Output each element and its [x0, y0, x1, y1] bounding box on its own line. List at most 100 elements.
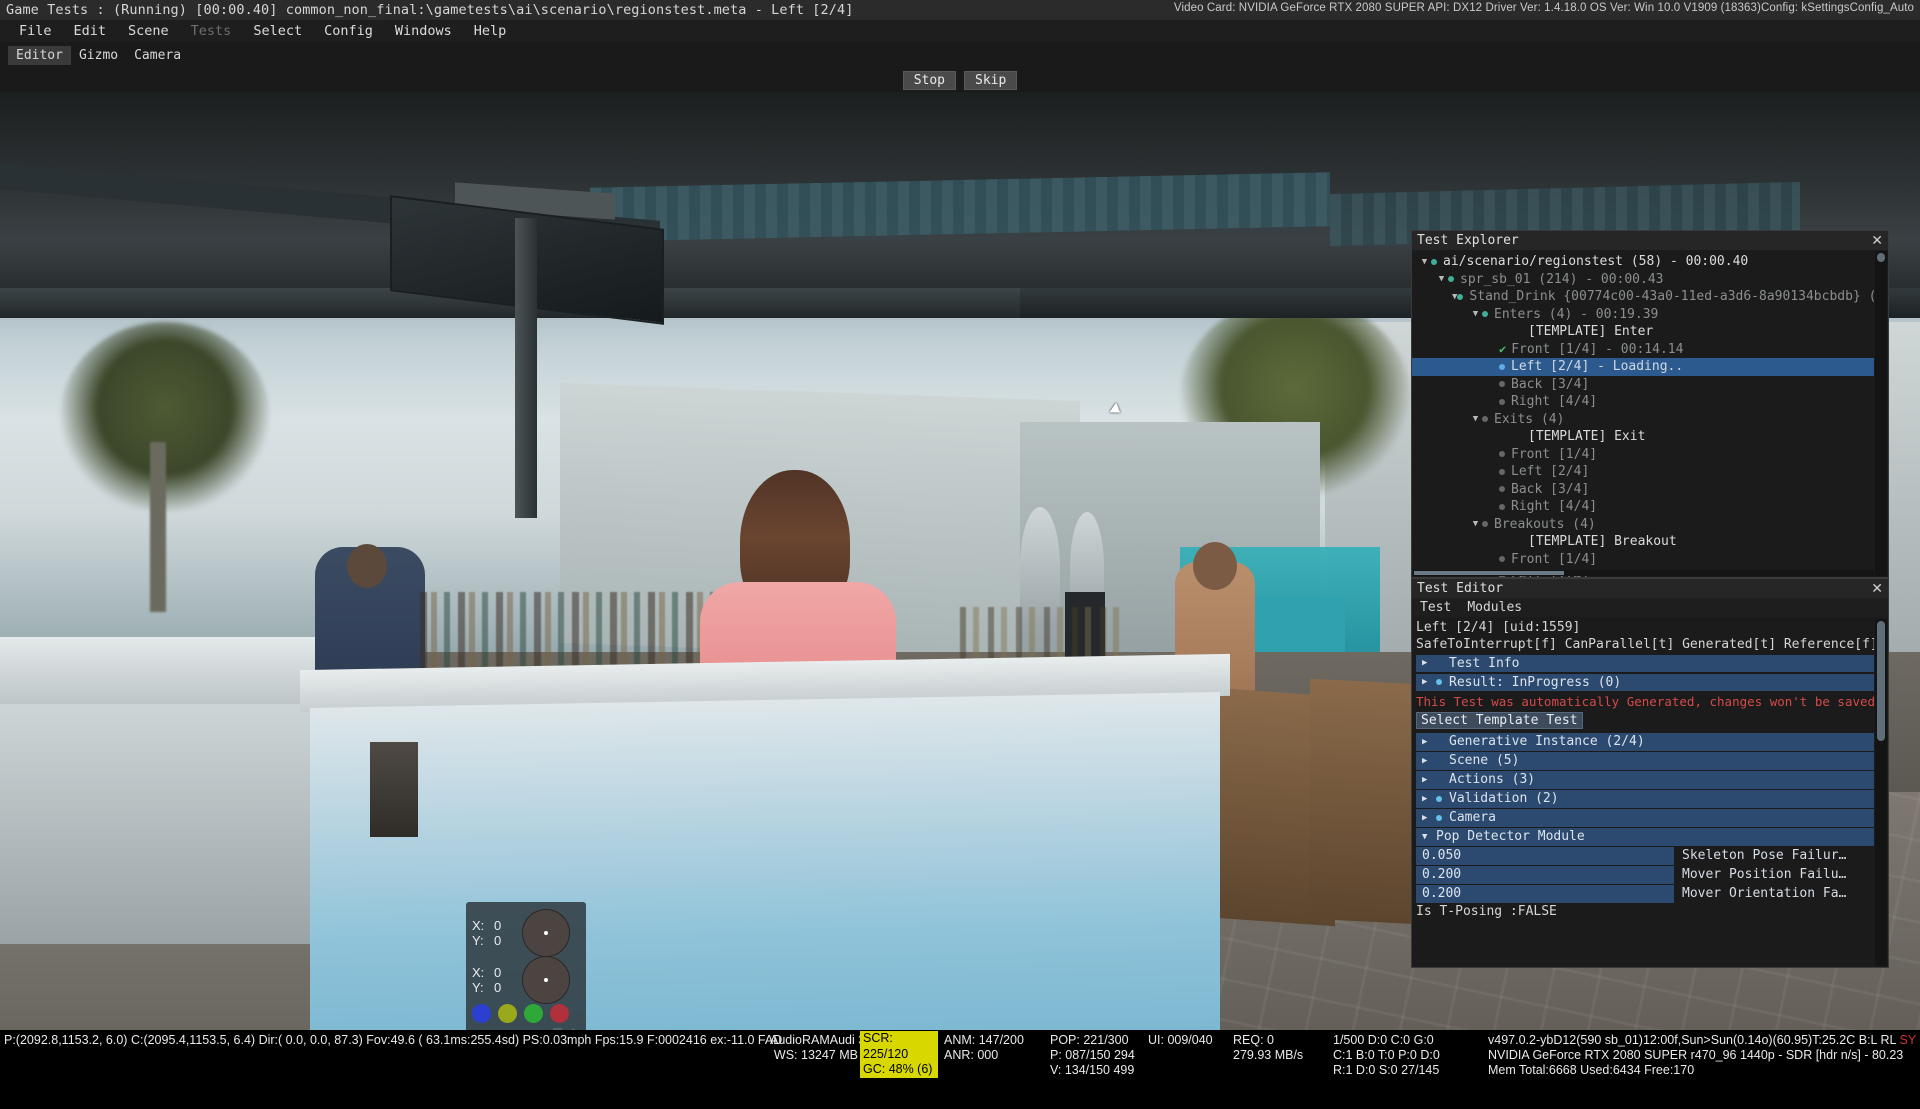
memory-line: Mem Total:6668 Used:6434 Free:170	[1488, 1063, 1695, 1077]
section-result-inprogress-0[interactable]: ▶ Result: InProgress (0)	[1416, 673, 1874, 691]
section-generative-instance-2-4[interactable]: ▶ Generative Instance (2/4)	[1416, 733, 1874, 751]
bartender-npc-head	[347, 544, 387, 588]
test-tree-node[interactable]: ▼ Breakouts (4)	[1412, 516, 1874, 534]
status-dot-icon	[1499, 363, 1505, 370]
generated-warning: This Test was automatically Generated, c…	[1416, 693, 1874, 709]
test-tree-node[interactable]: [TEMPLATE] Breakout	[1412, 533, 1874, 551]
test-editor-vscrollbar[interactable]	[1875, 619, 1887, 966]
threshold-value-field[interactable]: 0.200	[1416, 866, 1674, 884]
test-tree-node[interactable]: Left [2/4] - Loading..	[1412, 358, 1874, 376]
test-tree-node-label: Breakouts (4)	[1494, 516, 1596, 532]
menu-item-scene[interactable]: Scene	[117, 23, 180, 39]
test-tree-node[interactable]: ✔ Front [1/4] - 00:14.14	[1412, 341, 1874, 359]
npc-character-head	[1193, 542, 1237, 590]
section-validation-2[interactable]: ▶ Validation (2)	[1416, 790, 1874, 808]
test-tree-node[interactable]: [TEMPLATE] Enter	[1412, 323, 1874, 341]
test-editor-header: Test Editor ✕	[1412, 579, 1888, 598]
section-test-info[interactable]: ▶ Test Info	[1416, 654, 1874, 672]
pop-column: POP: 221/300 P: 087/150 294 V: 134/150 4…	[1050, 1033, 1135, 1078]
tab-gizmo[interactable]: Gizmo	[71, 46, 126, 65]
test-tree-node-label: ai/scenario/regionstest (58) - 00:00.40	[1443, 254, 1749, 270]
pop-detector-module-section[interactable]: ▼ Pop Detector Module	[1416, 828, 1874, 846]
chevron-down-icon[interactable]: ▼	[1469, 519, 1482, 529]
test-tree-node[interactable]: Front [1/4]	[1412, 446, 1874, 464]
right-stick-y-label: Y:	[472, 980, 484, 995]
menu-item-help[interactable]: Help	[463, 23, 518, 39]
face-button-0	[472, 1004, 491, 1023]
menu-item-config[interactable]: Config	[313, 23, 384, 39]
scrollbar-thumb[interactable]	[1877, 253, 1885, 262]
test-tree-node[interactable]: Left [2/4]	[1412, 463, 1874, 481]
test-tree[interactable]: ▼ ai/scenario/regionstest (58) - 00:00.40…	[1412, 250, 1874, 577]
status-dot-icon	[1482, 416, 1488, 423]
test-tree-node[interactable]: Right [4/4]	[1412, 498, 1874, 516]
build-sy-flag: SY	[1899, 1033, 1917, 1047]
left-stick-y-value: 0	[494, 933, 502, 948]
test-editor-panel[interactable]: Test Editor ✕ Test Modules Left [2/4] [u…	[1411, 578, 1889, 968]
pop-detector-row[interactable]: 0.050 Skeleton Pose Failur…	[1416, 847, 1874, 865]
test-tree-node[interactable]: ▼ ai/scenario/regionstest (58) - 00:00.40	[1412, 253, 1874, 271]
gc-stats-block: SCR: 225/120 GC: 48% (6) DGC: 16% (22)	[860, 1031, 938, 1107]
test-tree-node[interactable]: ▼ Exits (4)	[1412, 411, 1874, 429]
check-icon: ✔	[1499, 342, 1507, 357]
chevron-down-icon[interactable]: ▼	[1469, 414, 1482, 424]
menu-item-select[interactable]: Select	[242, 23, 313, 39]
test-editor-sections-top: ▶ Test Info ▶ Result: InProgress (0)	[1416, 654, 1874, 691]
scrollbar-thumb[interactable]	[1414, 571, 1564, 575]
test-tree-node[interactable]: ▼ Stand_Drink {00774c00-43a0-11ed-a3d6-8a…	[1412, 288, 1874, 306]
test-tree-node-label: Right [4/4]	[1511, 499, 1598, 515]
threshold-value-field[interactable]: 0.050	[1416, 847, 1674, 865]
window-title: Game Tests : (Running) [00:00.40] common…	[6, 2, 854, 18]
menu-item-windows[interactable]: Windows	[384, 23, 463, 39]
right-stick-x-label: X:	[472, 965, 485, 980]
test-tree-node[interactable]: ▼ spr_sb_01 (214) - 00:00.43	[1412, 271, 1874, 289]
select-template-test-button[interactable]: Select Template Test	[1416, 711, 1583, 729]
status-dot-icon	[1457, 293, 1464, 300]
close-icon[interactable]: ✕	[1871, 580, 1883, 596]
test-tree-node[interactable]: Right [4/4]	[1412, 393, 1874, 411]
scrollbar-thumb[interactable]	[1877, 621, 1885, 741]
section-actions-3[interactable]: ▶ Actions (3)	[1416, 771, 1874, 789]
test-explorer-vscrollbar[interactable]	[1875, 251, 1887, 576]
threshold-value-field[interactable]: 0.200	[1416, 885, 1674, 903]
chevron-down-icon[interactable]: ▼	[1469, 309, 1482, 319]
status-bar: P:(2092.8,1153.2, 6.0) C:(2095.4,1153.5,…	[0, 1030, 1920, 1107]
chevron-down-icon[interactable]: ▼	[1435, 274, 1448, 284]
face-button-1	[498, 1004, 517, 1023]
tab-camera[interactable]: Camera	[126, 46, 189, 65]
skip-button[interactable]: Skip	[964, 70, 1018, 90]
test-tree-node[interactable]: Front [1/4]	[1412, 551, 1874, 569]
bar-side-body	[0, 704, 320, 944]
section-camera[interactable]: ▶ Camera	[1416, 809, 1874, 827]
test-tree-node[interactable]: [TEMPLATE] Exit	[1412, 428, 1874, 446]
bandwidth-line: 279.93 MB/s	[1233, 1048, 1304, 1062]
tab-editor[interactable]: Editor	[8, 45, 71, 65]
section-scene-5[interactable]: ▶ Scene (5)	[1416, 752, 1874, 770]
status-dot-icon	[1499, 556, 1505, 563]
test-explorer-hscrollbar[interactable]	[1413, 570, 1874, 576]
test-tree-node[interactable]: ▼ Enters (4) - 00:19.39	[1412, 306, 1874, 324]
chevron-right-icon: ▶	[1422, 677, 1428, 688]
test-explorer-panel[interactable]: Test Explorer ✕ ▼ ai/scenario/regionstest…	[1411, 230, 1889, 578]
test-editor-title: Test Editor	[1417, 581, 1504, 596]
submenu-item-modules[interactable]: Modules	[1467, 600, 1522, 615]
test-tree-node-label: Back [3/4]	[1511, 376, 1590, 392]
stop-button[interactable]: Stop	[902, 70, 956, 90]
menu-item-tests[interactable]: Tests	[180, 23, 243, 39]
section-status-dot-icon	[1436, 814, 1442, 821]
chevron-down-icon[interactable]: ▼	[1418, 257, 1431, 267]
close-icon[interactable]: ✕	[1871, 232, 1883, 248]
test-tree-node[interactable]: Back [3/4]	[1412, 481, 1874, 499]
test-explorer-title: Test Explorer	[1417, 233, 1519, 248]
submenu-item-test[interactable]: Test	[1420, 600, 1451, 615]
left-stick-axes: X: 0 Y: 0	[472, 918, 522, 948]
menu-item-file[interactable]: File	[8, 23, 63, 39]
pop-detector-row[interactable]: 0.200 Mover Position Failu…	[1416, 866, 1874, 884]
menu-item-edit[interactable]: Edit	[63, 23, 118, 39]
ui-column: UI: 009/040	[1148, 1033, 1213, 1048]
test-tree-node-label: Stand_Drink {00774c00-43a0-11ed-a3d6-8a9…	[1469, 289, 1874, 305]
test-tree-node[interactable]: Back [3/4]	[1412, 376, 1874, 394]
pop-detector-row[interactable]: 0.200 Mover Orientation Fa…	[1416, 885, 1874, 903]
right-stick-y-value: 0	[494, 980, 502, 995]
